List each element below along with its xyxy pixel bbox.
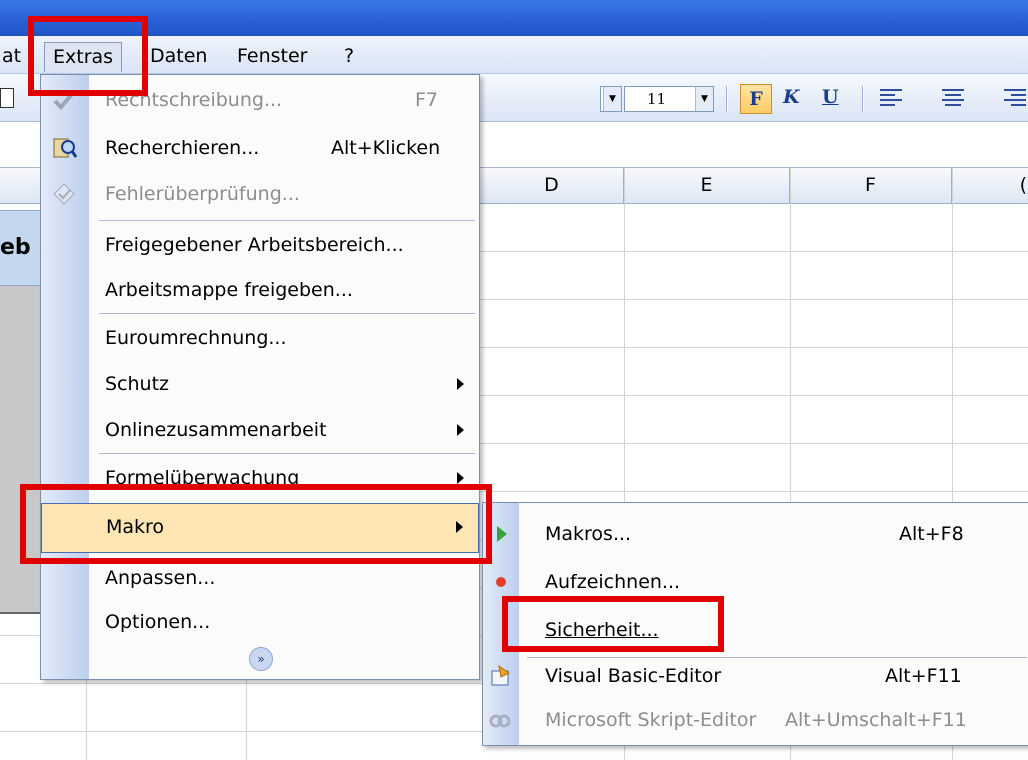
menu-help[interactable]: ? [344, 45, 354, 67]
highlight-makro-box [20, 484, 492, 564]
menu-item-label: Visual Basic-Editor [545, 665, 722, 687]
column-header-g-partial[interactable]: ( [952, 168, 1028, 204]
menu-format-partial[interactable]: at [2, 45, 21, 67]
double-chevron-down-icon[interactable]: » [249, 647, 273, 671]
menu-item-shortcut: Alt+F11 [885, 665, 962, 687]
menu-item-label: Freigegebener Arbeitsbereich... [105, 234, 404, 256]
error-check-icon [53, 183, 75, 205]
menu-item-skript-editor[interactable]: Microsoft Skript-Editor Alt+Umschalt+F11 [483, 697, 1028, 745]
menu-item-label: Optionen... [105, 611, 211, 633]
menu-item-label: Microsoft Skript-Editor [545, 709, 757, 731]
menu-item-label: Aufzeichnen... [545, 571, 681, 593]
menu-item-label: Makros... [545, 523, 632, 545]
chevron-down-icon: ▼ [695, 87, 713, 111]
script-editor-icon [489, 714, 511, 728]
chevron-down-icon: ▼ [603, 87, 621, 111]
toolbar-icon-partial[interactable] [0, 88, 14, 108]
menu-bar: at Extras Daten Fenster ? [0, 36, 1028, 74]
menu-item-fehlerueberpruefung[interactable]: Fehlerüberprüfung... [41, 171, 479, 219]
submenu-arrow-icon [457, 424, 464, 436]
menu-item-optionen[interactable]: Optionen... [41, 599, 479, 647]
menu-item-shortcut: Alt+F8 [899, 523, 964, 545]
menu-separator [99, 220, 475, 221]
sheet-title-text: eb [0, 235, 31, 260]
menu-item-onlinezusammenarbeit[interactable]: Onlinezusammenarbeit [41, 407, 479, 455]
italic-button[interactable]: K [783, 86, 800, 108]
bold-button[interactable]: F [740, 84, 772, 114]
underline-button[interactable]: U [822, 86, 839, 108]
highlight-sicherheit-box [502, 596, 724, 652]
menu-item-shortcut: F7 [415, 89, 439, 111]
menu-item-shortcut: Alt+Umschalt+F11 [785, 709, 967, 731]
align-center-icon[interactable] [942, 89, 964, 109]
record-icon [496, 577, 506, 587]
research-icon [53, 138, 77, 158]
menu-item-makros[interactable]: Makros... Alt+F8 [483, 511, 1028, 559]
menu-item-label: Onlinezusammenarbeit [105, 419, 327, 441]
menu-item-arbeitsmappe-freigeben[interactable]: Arbeitsmappe freigeben... [41, 267, 479, 315]
menu-item-visual-basic-editor[interactable]: Visual Basic-Editor Alt+F11 [483, 653, 1028, 701]
align-left-icon[interactable] [880, 89, 902, 109]
submenu-arrow-icon [457, 378, 464, 390]
column-header-d[interactable]: D [480, 168, 624, 204]
menu-item-label: Recherchieren... [105, 137, 260, 159]
menu-item-label: Euroumrechnung... [105, 327, 287, 349]
align-right-icon[interactable] [1004, 89, 1026, 109]
column-header-f[interactable]: F [790, 168, 952, 204]
menu-item-shortcut: Alt+Klicken [331, 137, 441, 159]
menu-item-label: Fehlerüberprüfung... [105, 183, 300, 205]
menu-item-label: Anpassen... [105, 567, 216, 589]
menu-fenster[interactable]: Fenster [237, 45, 307, 67]
vb-editor-icon [491, 664, 510, 686]
menu-separator [99, 313, 475, 314]
play-icon [497, 526, 507, 542]
column-header-e[interactable]: E [624, 168, 790, 204]
highlight-extras-box [28, 16, 148, 96]
menu-daten[interactable]: Daten [150, 45, 207, 67]
menu-item-label: Arbeitsmappe freigeben... [105, 279, 353, 301]
sheet-title-cell[interactable]: eb [0, 210, 42, 286]
font-size-dropdown[interactable]: 11 ▼ [624, 86, 714, 112]
sheet-gray-area [0, 286, 42, 614]
toolbar-separator [862, 86, 864, 112]
menu-item-euroumrechnung[interactable]: Euroumrechnung... [41, 315, 479, 363]
menu-separator [99, 453, 475, 454]
title-bar [0, 0, 1028, 36]
menu-item-label: Schutz [105, 373, 170, 395]
menu-item-recherchieren[interactable]: Recherchieren... Alt+Klicken [41, 125, 479, 173]
font-name-dropdown[interactable]: ▼ [600, 86, 622, 112]
extras-menu: Rechtschreibung... F7 Recherchieren... A… [40, 74, 480, 680]
font-size-value: 11 [647, 90, 667, 108]
menu-item-schutz[interactable]: Schutz [41, 361, 479, 409]
toolbar-separator [726, 86, 728, 112]
menu-item-freigegebener-arbeitsbereich[interactable]: Freigegebener Arbeitsbereich... [41, 222, 479, 270]
submenu-arrow-icon [457, 472, 464, 484]
